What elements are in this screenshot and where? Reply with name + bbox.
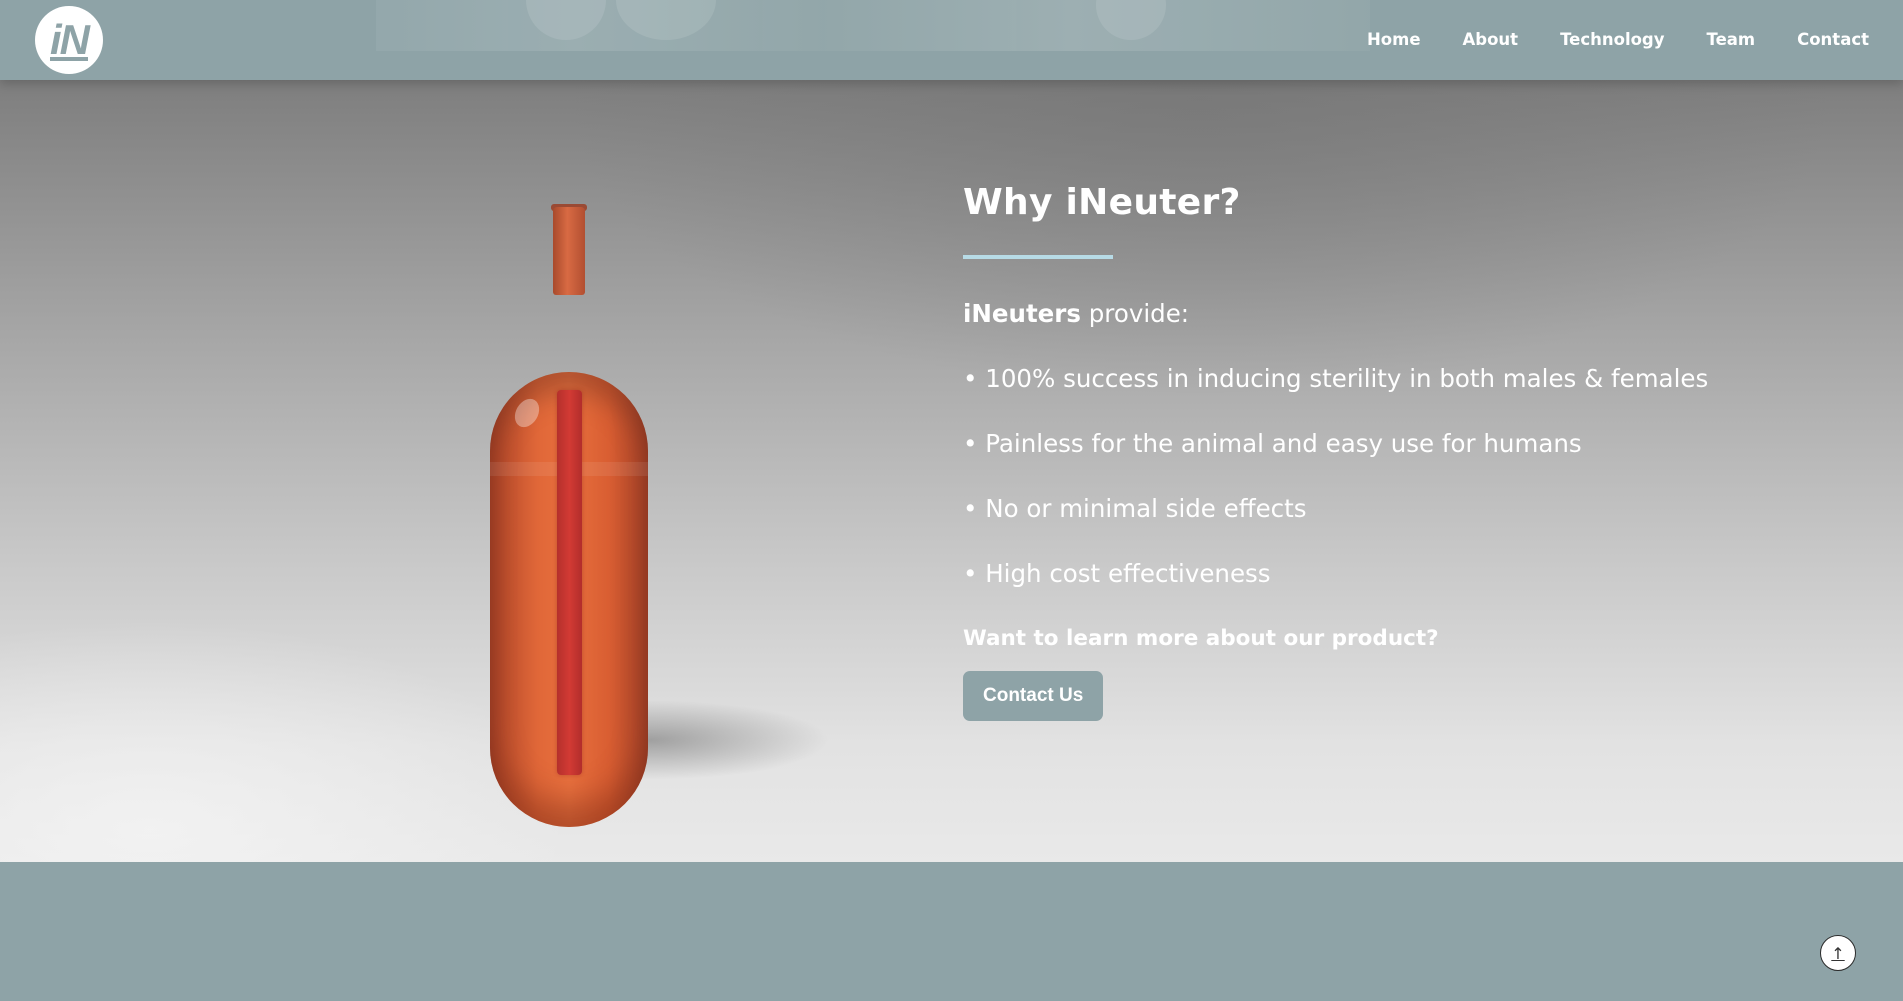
cta-text: Want to learn more about our product? — [963, 626, 1439, 651]
site-logo[interactable]: iN — [35, 6, 103, 74]
benefit-item: • 100% success in inducing sterility in … — [963, 364, 1709, 393]
nav-team[interactable]: Team — [1707, 30, 1756, 49]
title-underline — [963, 255, 1113, 259]
benefit-item: • Painless for the animal and easy use f… — [963, 429, 1582, 458]
intro-rest: provide: — [1080, 299, 1190, 328]
intro-text: iNeuters provide: — [963, 299, 1823, 328]
main-nav: Home About Technology Team Contact — [1325, 0, 1869, 78]
section-title: Why iNeuter? — [963, 182, 1241, 223]
benefit-item: • High cost effectiveness — [963, 559, 1271, 588]
site-header: iN Home About Technology Team Contact — [0, 0, 1903, 80]
nav-technology[interactable]: Technology — [1560, 30, 1664, 49]
back-to-top-button[interactable]: ↑ — [1820, 935, 1856, 971]
why-section: Why iNeuter? iNeuters provide: • 100% su… — [0, 80, 1903, 862]
product-image — [420, 140, 860, 840]
nav-about[interactable]: About — [1463, 30, 1519, 49]
contact-us-button[interactable]: Contact Us — [963, 671, 1104, 721]
site-footer — [0, 862, 1903, 1001]
header-banner-strip — [376, 0, 1370, 51]
product-cap — [553, 207, 585, 295]
capsule-highlight — [509, 394, 545, 432]
product-capsule — [490, 372, 648, 827]
capsule-rod — [557, 390, 582, 775]
arrow-up-icon: ↑ — [1831, 943, 1845, 963]
benefit-item: • No or minimal side effects — [963, 494, 1307, 523]
decorative-shape — [1096, 0, 1166, 40]
why-content: Why iNeuter? iNeuters provide: • 100% su… — [963, 182, 1823, 721]
logo-text: iN — [50, 16, 90, 63]
nav-home[interactable]: Home — [1367, 30, 1421, 49]
intro-brand: iNeuters — [963, 299, 1081, 328]
nav-contact[interactable]: Contact — [1797, 30, 1869, 49]
decorative-shape — [526, 0, 606, 40]
decorative-shape — [616, 0, 716, 40]
